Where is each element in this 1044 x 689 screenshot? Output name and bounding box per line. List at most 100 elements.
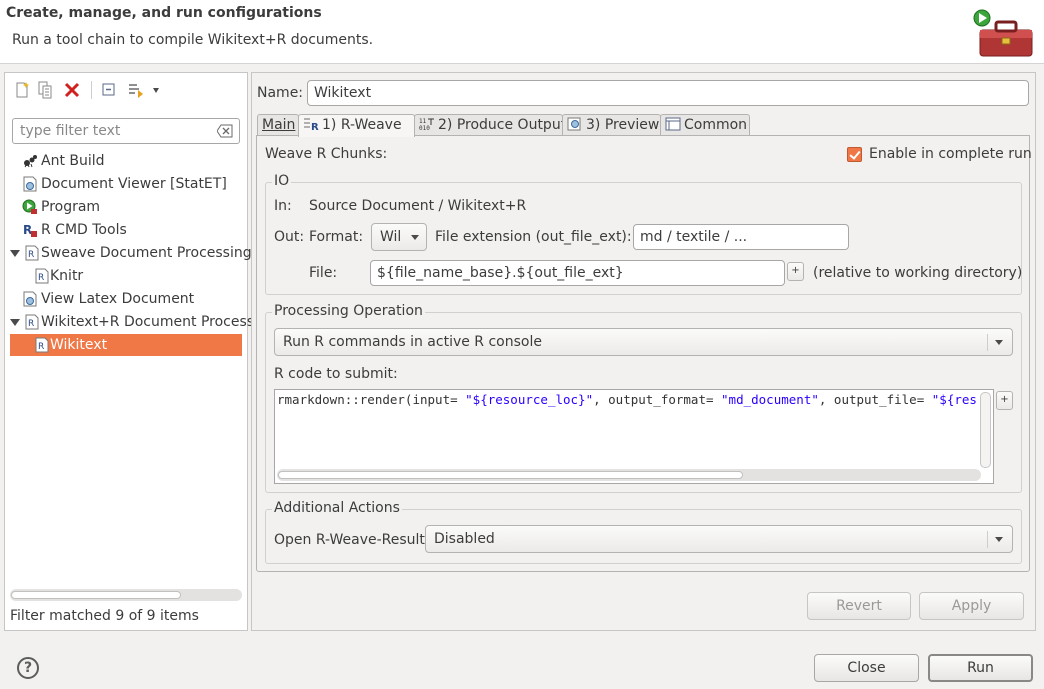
tab-preview[interactable]: 3) Preview <box>562 114 661 136</box>
view-menu-dropdown-icon[interactable] <box>153 88 159 93</box>
svg-text:11: 11 <box>419 118 427 125</box>
chevron-down-icon <box>411 235 419 240</box>
code-part: , output_format= <box>593 392 722 407</box>
apply-button[interactable]: Apply <box>919 592 1024 620</box>
file-variables-button[interactable]: + <box>787 262 804 281</box>
tree-item-label: Ant Build <box>41 153 105 169</box>
produce-output-icon: 11010 <box>419 118 434 131</box>
open-result-value: Disabled <box>434 531 495 547</box>
combo-separator <box>987 334 988 351</box>
ant-icon <box>24 155 37 168</box>
tree-item-view-latex[interactable]: View Latex Document <box>5 288 247 310</box>
tree-item-label: Sweave Document Processing <box>41 245 252 261</box>
tab-r-weave[interactable]: R 1) R-Weave <box>298 114 415 137</box>
r-code-editor[interactable]: rmarkdown::render(input= "${resource_loc… <box>274 389 994 484</box>
run-button[interactable]: Run <box>928 654 1033 682</box>
help-button[interactable]: ? <box>17 657 39 679</box>
knitr-icon: R <box>35 268 49 284</box>
close-button[interactable]: Close <box>814 654 919 682</box>
toolbox-run-icon <box>973 9 1033 57</box>
revert-button[interactable]: Revert <box>807 592 911 620</box>
tree-item-label: Program <box>41 199 101 215</box>
sweave-icon: R <box>25 245 39 261</box>
code-string: "${resource_loc}" <box>465 392 594 407</box>
file-relative-note: (relative to working directory) <box>813 265 1023 281</box>
dialog-title: Create, manage, and run configurations <box>6 5 322 21</box>
tree-item-wikitext-r[interactable]: R Wikitext+R Document Process <box>5 311 254 333</box>
file-extension-label: File extension (out_file_ext): <box>435 229 632 245</box>
svg-text:R: R <box>311 122 319 131</box>
code-vertical-scrollbar[interactable] <box>980 392 991 468</box>
tree-horizontal-scrollbar[interactable] <box>10 589 242 601</box>
tab-label: Main <box>262 117 296 133</box>
file-extension-input[interactable] <box>633 224 849 250</box>
tree-item-knitr[interactable]: R Knitr <box>5 265 247 287</box>
tree-item-sweave[interactable]: R Sweave Document Processing <box>5 242 252 264</box>
tree-item-r-cmd-tools[interactable]: R R CMD Tools <box>5 219 247 241</box>
r-code-text[interactable]: rmarkdown::render(input= "${resource_loc… <box>277 392 977 407</box>
weave-r-chunks-label: Weave R Chunks: <box>265 146 388 162</box>
svg-text:R: R <box>28 319 34 329</box>
new-configuration-icon[interactable] <box>13 81 31 99</box>
code-part: , output_file= <box>818 392 932 407</box>
file-label: File: <box>309 265 338 281</box>
expand-arrow-icon[interactable] <box>10 319 20 326</box>
tab-main[interactable]: Main <box>257 114 299 136</box>
io-group-title: IO <box>272 173 292 189</box>
code-variables-button[interactable]: + <box>996 391 1013 410</box>
common-icon <box>665 117 681 131</box>
code-part: rmarkdown::render(input= <box>277 392 466 407</box>
filter-field <box>12 118 240 144</box>
open-result-combo[interactable]: Disabled <box>425 525 1013 553</box>
file-input[interactable] <box>370 260 785 286</box>
code-horizontal-scrollbar[interactable] <box>277 469 981 481</box>
tab-label: Common <box>684 117 748 133</box>
expand-arrow-icon[interactable] <box>10 250 20 257</box>
combo-separator <box>987 531 988 548</box>
tree-item-label: Wikitext <box>50 337 108 353</box>
tab-label: 2) Produce Output <box>438 117 567 133</box>
collapse-all-icon[interactable] <box>101 81 119 99</box>
tab-common[interactable]: Common <box>660 114 750 136</box>
operation-combo[interactable]: Run R commands in active R console <box>274 328 1013 356</box>
tab-label: 3) Preview <box>586 117 660 133</box>
name-input[interactable] <box>307 80 1029 106</box>
clear-filter-icon[interactable] <box>217 124 233 138</box>
tab-label: 1) R-Weave <box>322 117 402 133</box>
processing-operation-title: Processing Operation <box>272 303 425 319</box>
scrollbar-thumb[interactable] <box>278 471 743 479</box>
document-viewer-icon <box>23 176 37 192</box>
chevron-down-icon <box>995 537 1003 542</box>
svg-text:R: R <box>23 223 32 237</box>
svg-text:010: 010 <box>419 125 430 131</box>
dialog-subtitle: Run a tool chain to compile Wikitext+R d… <box>12 32 374 48</box>
format-combo[interactable]: Wil <box>371 223 427 251</box>
filter-status: Filter matched 9 of 9 items <box>10 608 199 624</box>
wikitext-icon: R <box>35 337 49 353</box>
filter-icon[interactable] <box>127 81 145 99</box>
view-latex-icon <box>23 291 37 307</box>
delete-icon[interactable] <box>63 81 81 99</box>
operation-value: Run R commands in active R console <box>283 334 542 350</box>
tree-item-program[interactable]: Program <box>5 196 247 218</box>
in-value: Source Document / Wikitext+R <box>309 198 527 214</box>
tree-item-wikitext[interactable]: R Wikitext <box>10 334 242 356</box>
chevron-down-icon <box>995 340 1003 345</box>
tree-item-label: R CMD Tools <box>41 222 127 238</box>
enable-complete-run-label: Enable in complete run <box>869 146 1032 162</box>
r-cmd-icon: R <box>23 223 37 237</box>
svg-text:R: R <box>28 250 34 260</box>
enable-complete-run-checkbox[interactable] <box>847 147 862 162</box>
scrollbar-thumb[interactable] <box>11 591 181 599</box>
tree-item-ant-build[interactable]: Ant Build <box>5 150 247 172</box>
tree-item-document-viewer[interactable]: Document Viewer [StatET] <box>5 173 247 195</box>
r-weave-icon: R <box>304 118 319 131</box>
filter-input[interactable] <box>18 121 208 141</box>
preview-icon <box>567 117 581 131</box>
tab-produce-output[interactable]: 11 010 2) Produce Output <box>414 114 567 136</box>
program-icon <box>22 199 37 214</box>
wikitext-r-icon: R <box>25 314 39 330</box>
duplicate-icon[interactable] <box>37 81 55 99</box>
tree-item-label: Document Viewer [StatET] <box>41 176 227 192</box>
tree-item-label: Knitr <box>50 268 84 284</box>
